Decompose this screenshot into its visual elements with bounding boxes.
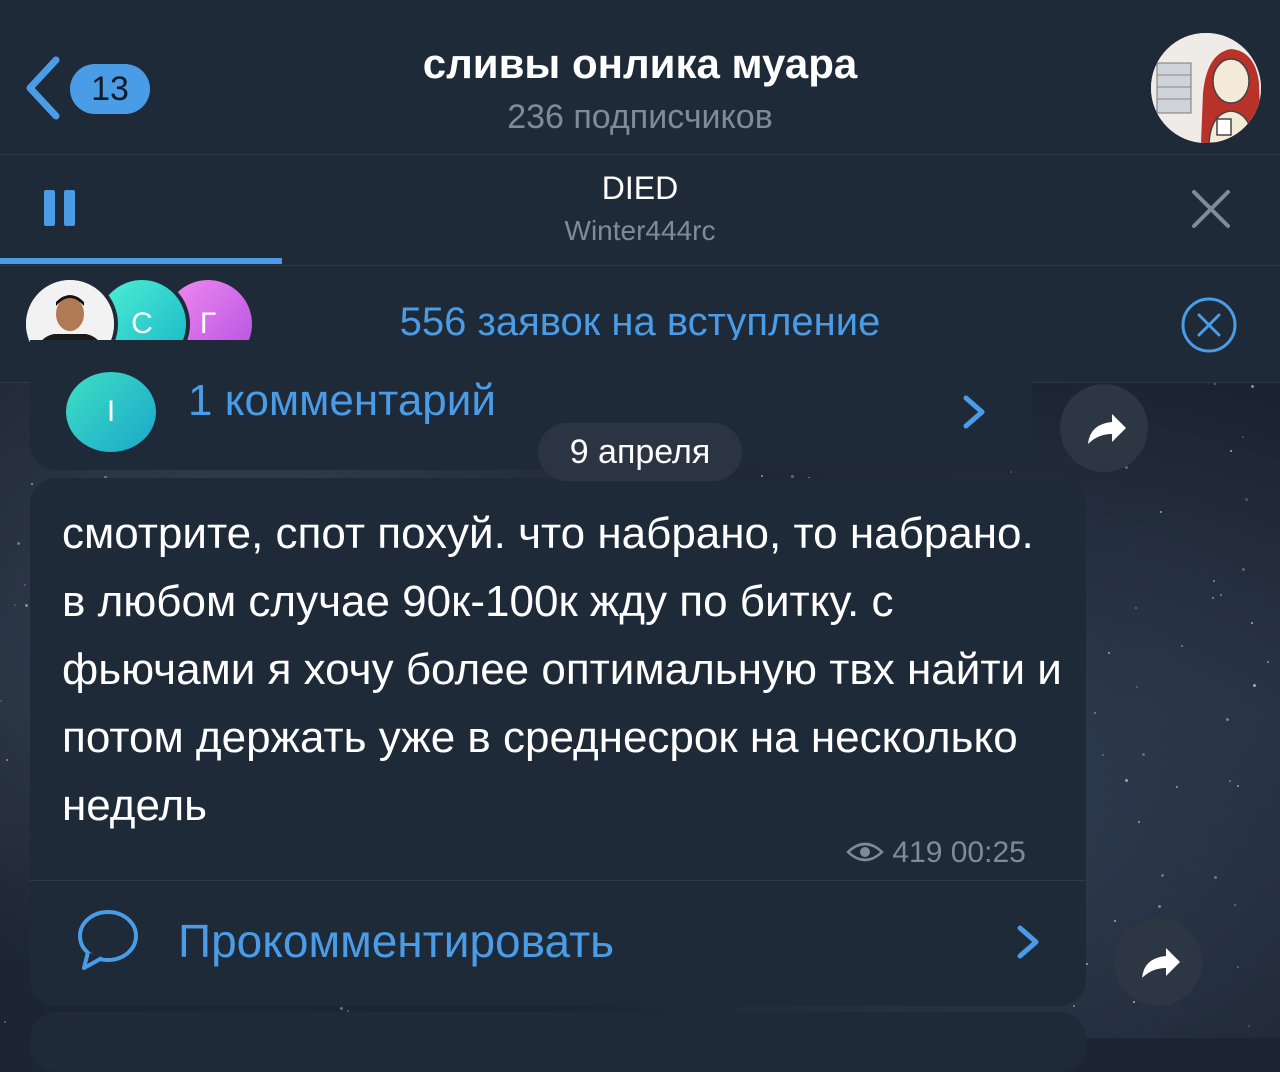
join-requests-text[interactable]: 556 заявок на вступление	[0, 300, 1280, 345]
star	[1181, 645, 1183, 647]
star	[1226, 718, 1229, 721]
star	[14, 604, 16, 606]
star	[6, 759, 8, 761]
star	[1161, 874, 1164, 877]
channel-avatar[interactable]	[1151, 33, 1261, 143]
prev-post-comments[interactable]	[30, 340, 1032, 470]
playback-progress[interactable]	[0, 258, 282, 264]
star	[1251, 385, 1254, 388]
message-time: 00:25	[950, 836, 1026, 869]
star	[1237, 966, 1239, 968]
eye-icon	[846, 842, 884, 862]
star	[1010, 471, 1012, 473]
star	[1160, 511, 1162, 513]
star	[1248, 1025, 1250, 1027]
comment-bubble-icon[interactable]	[76, 906, 140, 972]
star	[1094, 712, 1096, 714]
star	[1158, 905, 1161, 908]
star	[17, 542, 20, 545]
star	[1237, 785, 1239, 787]
next-message-bubble[interactable]	[30, 1012, 1086, 1072]
star	[1135, 607, 1137, 609]
subscriber-count: 236 подписчиков	[507, 98, 773, 136]
chevron-right-icon[interactable]	[1014, 922, 1042, 962]
star	[1073, 1005, 1075, 1007]
star	[1213, 580, 1215, 582]
star	[24, 584, 26, 586]
star	[31, 483, 33, 485]
star	[761, 475, 763, 477]
star	[1242, 568, 1245, 571]
star	[1230, 450, 1232, 452]
view-count: 419	[892, 836, 943, 869]
star	[1214, 383, 1216, 385]
star	[1108, 652, 1110, 654]
star	[1136, 686, 1138, 688]
star	[1142, 753, 1145, 756]
message-text: смотрите, спот похуй. что набрано, то на…	[62, 509, 1062, 830]
chevron-right-icon[interactable]	[960, 392, 988, 432]
star	[340, 1007, 343, 1010]
star	[1138, 821, 1140, 823]
track-title[interactable]: DIED	[0, 170, 1280, 207]
star	[25, 604, 28, 607]
star	[1102, 754, 1104, 756]
share-button[interactable]	[1114, 918, 1202, 1006]
star	[1242, 436, 1244, 438]
comments-count-link[interactable]: 1 комментарий	[188, 376, 496, 426]
star	[1251, 622, 1253, 624]
share-button[interactable]	[1060, 384, 1148, 472]
star	[0, 700, 2, 702]
comment-button[interactable]: Прокомментировать	[178, 914, 614, 968]
star	[1125, 779, 1128, 782]
dismiss-requests-icon[interactable]	[1180, 296, 1238, 354]
divider	[30, 880, 1086, 881]
star	[1086, 963, 1088, 965]
star	[1267, 661, 1269, 663]
star	[1234, 904, 1236, 906]
star	[1212, 597, 1214, 599]
commenter-avatar: I	[66, 372, 156, 452]
star	[4, 1021, 6, 1023]
star	[1229, 780, 1231, 782]
star	[1245, 498, 1248, 501]
share-arrow-icon	[1142, 948, 1180, 978]
star	[1214, 876, 1217, 879]
track-artist[interactable]: Winter444rc	[0, 215, 1280, 247]
channel-title[interactable]: сливы онлика муара	[0, 40, 1280, 88]
message-meta: 419 00:25	[846, 836, 1026, 870]
close-player-icon[interactable]	[1190, 188, 1232, 230]
star	[1220, 594, 1222, 596]
date-separator: 9 апреля	[538, 423, 742, 481]
star	[1176, 786, 1178, 788]
share-arrow-icon	[1088, 414, 1126, 444]
star	[1253, 684, 1256, 687]
